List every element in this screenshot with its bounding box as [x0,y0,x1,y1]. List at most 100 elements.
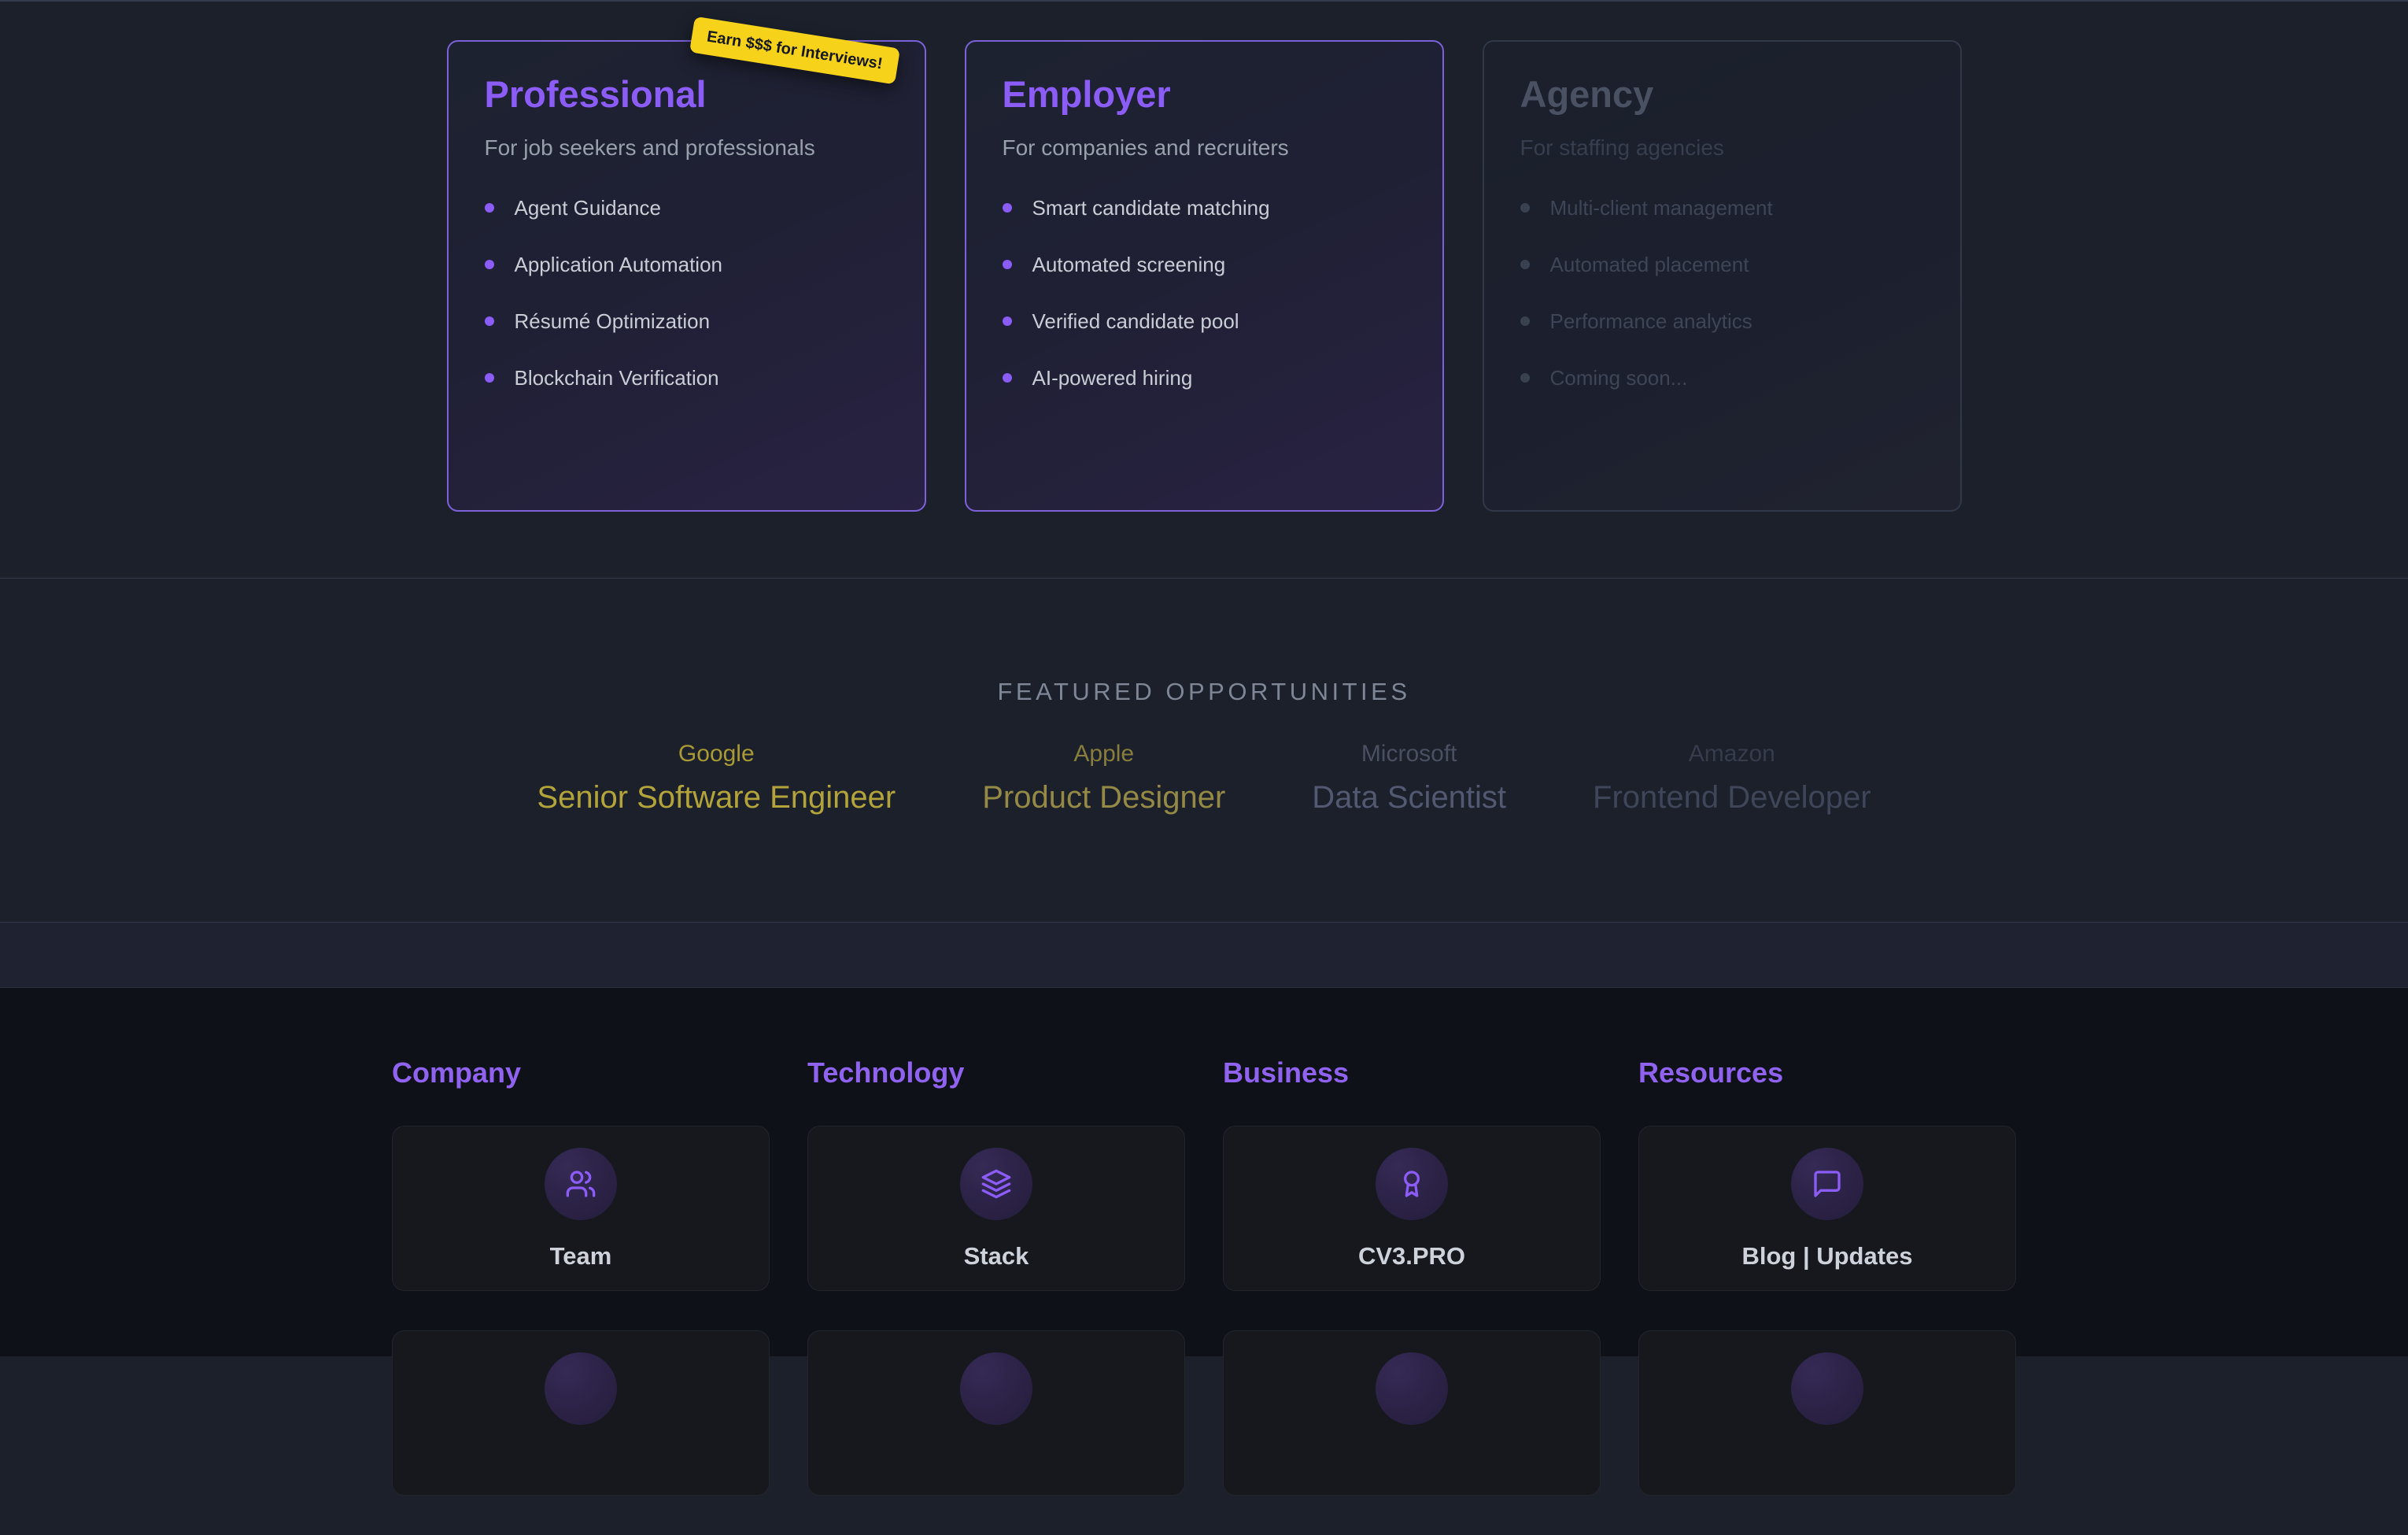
plan-description: For staffing agencies [1520,135,1924,161]
plans-section: Earn $$$ for Interviews! Professional Fo… [0,0,2408,579]
bullet-dot-icon [1003,316,1012,326]
job-title: Data Scientist [1312,780,1506,815]
featured-heading: FEATURED OPPORTUNITIES [0,678,2408,706]
footer-card-partial[interactable] [1223,1330,1601,1496]
plan-card-professional[interactable]: Earn $$$ for Interviews! Professional Fo… [447,40,926,512]
featured-job-google[interactable]: Google Senior Software Engineer [537,741,896,815]
icon-badge [1791,1352,1863,1425]
footer-card-label: Team [550,1242,612,1271]
plan-feature: Blockchain Verification [485,364,888,391]
plan-feature: Application Automation [485,251,888,278]
bullet-dot-icon [1520,316,1530,326]
footer-column-technology: Technology Stack [807,1056,1185,1535]
award-icon [1396,1168,1427,1200]
plan-feature: Coming soon... [1520,364,1924,391]
featured-jobs-row: Google Senior Software Engineer Apple Pr… [0,741,2408,815]
job-company: Amazon [1593,741,1871,768]
plan-feature-label: Coming soon... [1550,364,1688,391]
icon-badge [545,1148,617,1220]
plan-feature-label: Automated screening [1032,251,1226,278]
job-company: Google [537,741,896,768]
footer-card-cv3pro[interactable]: CV3.PRO [1223,1126,1601,1291]
featured-job-apple[interactable]: Apple Product Designer [982,741,1225,815]
plan-title: Agency [1520,73,1924,116]
footer-card-partial[interactable] [807,1330,1185,1496]
plan-feature-label: Automated placement [1550,251,1749,278]
footer-card-partial[interactable] [1638,1330,2016,1496]
plan-feature: Performance analytics [1520,308,1924,335]
plan-title: Professional [485,73,888,116]
footer-column-header: Business [1223,1056,1601,1089]
footer-card-stack[interactable]: Stack [807,1126,1185,1291]
footer-section: Company Team Technology [0,988,2408,1356]
featured-job-microsoft[interactable]: Microsoft Data Scientist [1312,741,1506,815]
footer-column-business: Business CV3.PRO [1223,1056,1601,1535]
plan-description: For job seekers and professionals [485,135,888,161]
message-icon [1812,1168,1843,1200]
users-icon [565,1168,596,1200]
plan-feature-label: AI-powered hiring [1032,364,1193,391]
plan-feature-label: Performance analytics [1550,308,1752,335]
footer-column-company: Company Team [392,1056,770,1535]
bullet-dot-icon [1520,373,1530,383]
plan-feature-list: Smart candidate matching Automated scree… [1003,194,1406,391]
bullet-dot-icon [1003,260,1012,269]
footer-card-label: Blog | Updates [1741,1242,1912,1271]
bullet-dot-icon [485,316,494,326]
plan-feature-label: Verified candidate pool [1032,308,1239,335]
footer-column-header: Technology [807,1056,1185,1089]
plan-feature: Verified candidate pool [1003,308,1406,335]
job-title: Senior Software Engineer [537,780,896,815]
icon-badge [1376,1148,1448,1220]
job-company: Microsoft [1312,741,1506,768]
footer-grid: Company Team Technology [392,1056,2016,1535]
plan-feature-label: Agent Guidance [515,194,661,221]
plan-feature-label: Multi-client management [1550,194,1773,221]
plan-feature-label: Résumé Optimization [515,308,711,335]
plan-feature: Agent Guidance [485,194,888,221]
plan-feature: AI-powered hiring [1003,364,1406,391]
icon-badge [1791,1148,1863,1220]
plan-card-employer[interactable]: Employer For companies and recruiters Sm… [965,40,1444,512]
plan-card-agency: Agency For staffing agencies Multi-clien… [1483,40,1962,512]
footer-column-header: Resources [1638,1056,2016,1089]
featured-job-amazon[interactable]: Amazon Frontend Developer [1593,741,1871,815]
bullet-dot-icon [485,203,494,213]
icon-badge [1376,1352,1448,1425]
plan-cards-row: Earn $$$ for Interviews! Professional Fo… [0,2,2408,512]
plan-feature: Automated screening [1003,251,1406,278]
bullet-dot-icon [1520,260,1530,269]
layers-icon [981,1168,1012,1200]
icon-badge [960,1148,1032,1220]
plan-feature-label: Blockchain Verification [515,364,719,391]
bullet-dot-icon [1003,203,1012,213]
plan-feature: Automated placement [1520,251,1924,278]
job-company: Apple [982,741,1225,768]
featured-opportunities-section: FEATURED OPPORTUNITIES Google Senior Sof… [0,579,2408,923]
plan-feature-list: Agent Guidance Application Automation Ré… [485,194,888,391]
icon-badge [960,1352,1032,1425]
job-title: Product Designer [982,780,1225,815]
icon-badge [545,1352,617,1425]
footer-card-partial[interactable] [392,1330,770,1496]
plan-feature-label: Application Automation [515,251,723,278]
footer-column-resources: Resources Blog | Updates [1638,1056,2016,1535]
plan-feature: Smart candidate matching [1003,194,1406,221]
bullet-dot-icon [485,260,494,269]
footer-card-blog[interactable]: Blog | Updates [1638,1126,2016,1291]
plan-feature-label: Smart candidate matching [1032,194,1270,221]
plan-feature-list: Multi-client management Automated placem… [1520,194,1924,391]
footer-card-team[interactable]: Team [392,1126,770,1291]
plan-title: Employer [1003,73,1406,116]
footer-card-label: CV3.PRO [1358,1242,1465,1271]
plan-feature: Résumé Optimization [485,308,888,335]
bullet-dot-icon [1520,203,1530,213]
spacer-band [0,923,2408,988]
bullet-dot-icon [1003,373,1012,383]
bullet-dot-icon [485,373,494,383]
footer-card-label: Stack [964,1242,1029,1271]
job-title: Frontend Developer [1593,780,1871,815]
footer-column-header: Company [392,1056,770,1089]
plan-feature: Multi-client management [1520,194,1924,221]
plan-description: For companies and recruiters [1003,135,1406,161]
